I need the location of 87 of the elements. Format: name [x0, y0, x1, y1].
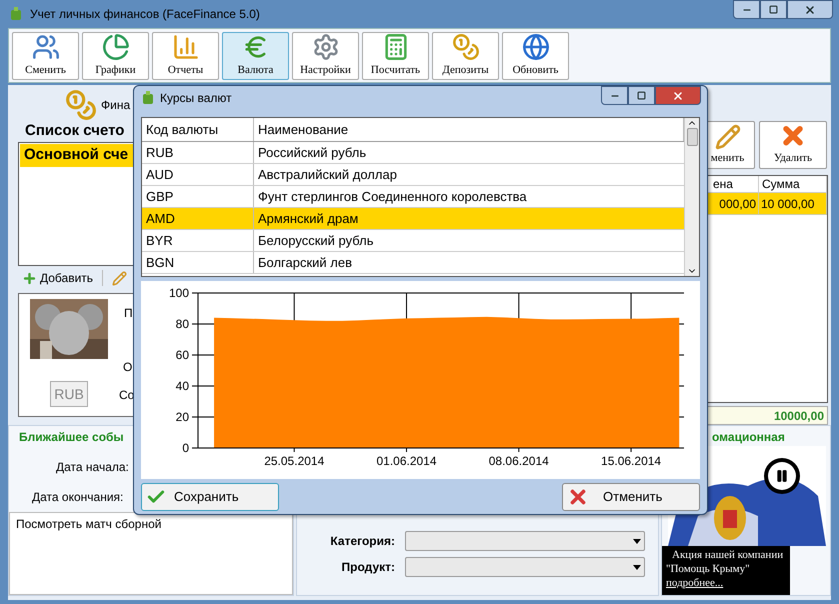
pie-chart-icon	[102, 32, 130, 61]
tick-label: 40	[176, 379, 189, 393]
currency-row[interactable]: BYR Белорусский рубль	[142, 230, 684, 252]
column-header[interactable]: Код валюты	[142, 118, 254, 141]
dropdown-field[interactable]	[405, 531, 645, 551]
table-cell: BYR	[142, 230, 254, 251]
table-cell-text: Фунт стерлингов Соединенного королевства	[257, 188, 528, 206]
gear-icon	[312, 32, 340, 61]
promo-text: Акция нашей компании	[671, 548, 784, 562]
dropdown-arrow-icon	[633, 538, 641, 544]
tick-label: 100	[168, 286, 189, 300]
currency-row[interactable]: BGN Болгарский лев	[142, 252, 684, 274]
maximize-button[interactable]	[760, 0, 787, 19]
coins-icon	[65, 89, 97, 121]
note-field[interactable]: Посмотреть матч сборной	[9, 512, 293, 595]
table-cell: 10 000,00	[759, 193, 827, 214]
close-icon	[672, 90, 684, 102]
maximize-icon	[637, 91, 646, 100]
toolbar-button[interactable]: Отчеты	[152, 32, 219, 80]
save-button[interactable]: Сохранить	[141, 483, 279, 511]
toolbar-button[interactable]: Депозиты	[432, 32, 499, 80]
dropdown-arrow-icon	[633, 564, 641, 570]
minimize-button[interactable]	[733, 0, 760, 19]
app-icon	[142, 91, 154, 105]
window-title: Учет личных финансов (FaceFinance 5.0)	[30, 6, 260, 23]
field-label: Дата начала:	[56, 459, 129, 476]
toolbar-button[interactable]: Валюта	[222, 32, 289, 80]
table-cell: RUB	[142, 142, 254, 163]
field-label: Продукт:	[340, 559, 395, 576]
group-title: Список счето	[25, 121, 124, 141]
scroll-thumb[interactable]	[686, 128, 698, 146]
tick-label: 01.06.2014	[376, 454, 437, 468]
tick-label: 60	[176, 348, 189, 362]
table-cell-text: Австралийский доллар	[257, 166, 398, 184]
toolbar-button[interactable]: Обновить	[502, 32, 569, 80]
coins-icon	[452, 32, 480, 61]
cancel-button[interactable]: Отменить	[562, 483, 700, 511]
close-button[interactable]	[655, 86, 701, 105]
currency-row[interactable]: AUD Австралийский доллар	[142, 164, 684, 186]
toolbar-button[interactable]: Сменить	[12, 32, 79, 80]
table-cell: GBP	[142, 186, 254, 207]
table-cell-text: Армянский драм	[257, 210, 360, 228]
maximize-button[interactable]	[628, 86, 655, 105]
plus-icon	[22, 270, 37, 286]
delete-button[interactable]: Удалить	[759, 121, 827, 169]
close-button[interactable]	[787, 0, 833, 19]
scrollbar[interactable]	[684, 118, 699, 276]
minimize-button[interactable]	[601, 86, 628, 105]
panel-title: Фина	[101, 97, 130, 114]
toolbar-button[interactable]: Настройки	[292, 32, 359, 80]
currency-row[interactable]: RUB Российский рубль	[142, 142, 684, 164]
more-link[interactable]: подробнее...	[666, 576, 786, 590]
pencil-icon	[714, 124, 740, 150]
table-cell: AUD	[142, 164, 254, 185]
field-label: П	[124, 306, 134, 320]
table-cell: AMD	[142, 208, 254, 229]
group-title: омационная	[712, 429, 785, 446]
toolbar-button[interactable]: Посчитать	[362, 32, 429, 80]
tick-label: 20	[176, 410, 189, 424]
table-cell-text: Болгарский лев	[257, 254, 354, 272]
tick-label: 0	[182, 441, 189, 455]
bar-chart-icon	[172, 32, 200, 61]
promo-text: "Помощь Крыму"	[666, 562, 751, 576]
table-cell-text: Российский рубль	[257, 144, 368, 162]
currency-row[interactable]: GBP Фунт стерлингов Соединенного королевства	[142, 186, 684, 208]
add-button[interactable]: Добавить	[22, 269, 94, 287]
field-label: О	[123, 360, 134, 374]
pencil-icon	[112, 270, 128, 286]
field-label: Категория:	[329, 533, 395, 550]
dropdown-field[interactable]	[405, 557, 645, 577]
field-label: Дата окончания:	[32, 489, 124, 506]
app-icon	[10, 7, 22, 21]
maximize-icon	[769, 5, 778, 14]
group-title: Ближайшее собы	[19, 429, 124, 446]
column-header[interactable]: Сумма	[759, 176, 827, 192]
tick-label: 08.06.2014	[488, 454, 549, 468]
currency-row[interactable]: AMD Армянский драм	[142, 208, 684, 230]
toolbar-button[interactable]: Графики	[82, 32, 149, 80]
close-icon	[804, 4, 816, 16]
table-cell: BGN	[142, 252, 254, 273]
users-icon	[32, 32, 60, 61]
tick-label: 80	[176, 317, 189, 331]
table-cell-text: Белорусский рубль	[257, 232, 375, 250]
tick-label: 15.06.2014	[601, 454, 662, 468]
dialog-title: Курсы валют	[160, 90, 232, 107]
tick-label: 25.05.2014	[264, 454, 324, 468]
globe-icon	[522, 32, 550, 61]
